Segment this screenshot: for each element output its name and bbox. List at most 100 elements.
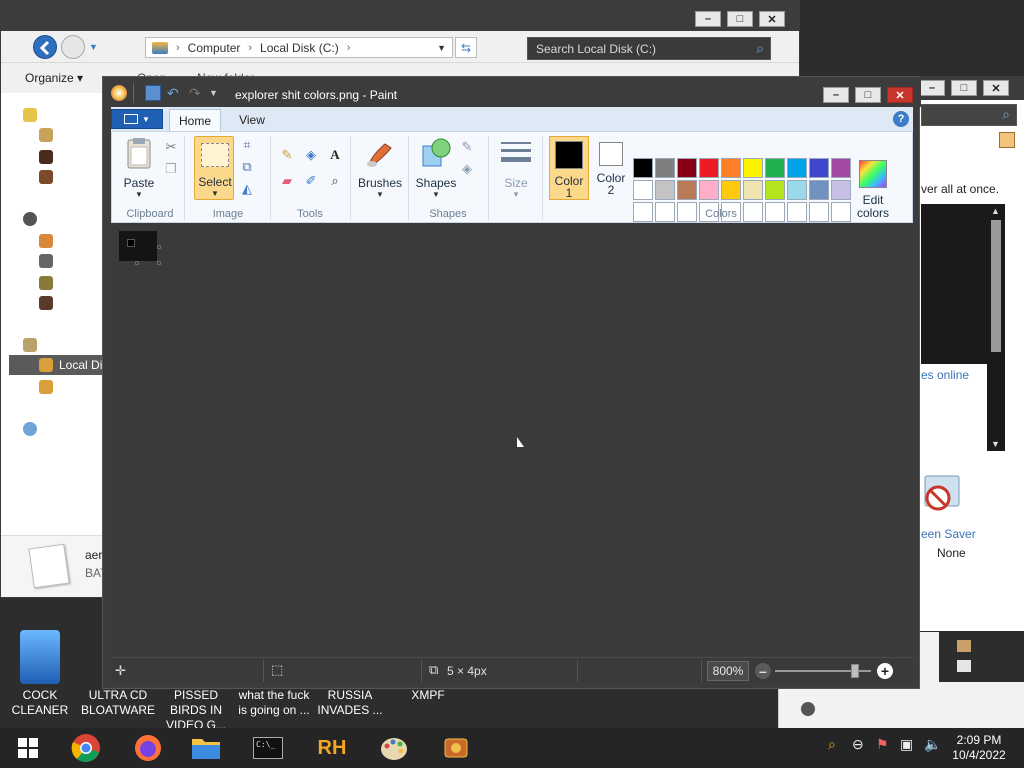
resize-handle-right[interactable]	[157, 245, 161, 249]
palette-swatch[interactable]	[787, 158, 807, 178]
cut-icon[interactable]: ✂	[162, 138, 180, 156]
palette-swatch[interactable]	[831, 158, 851, 178]
flag-tray-icon[interactable]: ⚑	[876, 736, 889, 753]
shapes-button[interactable]: Shapes ▼	[414, 136, 458, 199]
address-bar[interactable]: › Computer › Local Disk (C:) › ▼	[145, 37, 453, 58]
eraser-icon[interactable]: ▰	[278, 172, 296, 190]
maximize-button[interactable]: □	[855, 87, 881, 103]
search-tray-icon[interactable]: ⌕	[828, 736, 836, 753]
file-explorer-taskbar-button[interactable]	[184, 732, 228, 764]
close-button[interactable]: ✕	[887, 87, 913, 103]
tab-view[interactable]: View	[229, 109, 275, 131]
palette-swatch[interactable]	[699, 180, 719, 200]
close-button[interactable]: ✕	[759, 11, 785, 27]
scroll-down-icon[interactable]: ▼	[991, 439, 1000, 449]
screen-saver-link[interactable]: een Saver	[921, 527, 976, 541]
palette-swatch[interactable]	[765, 158, 785, 178]
palette-swatch[interactable]	[677, 180, 697, 200]
palette-swatch[interactable]	[677, 158, 697, 178]
search-input[interactable]: Search Local Disk (C:) ⌕	[527, 37, 771, 60]
theme-list[interactable]	[921, 204, 987, 364]
minus-circle-tray-icon[interactable]: ⊖	[852, 736, 864, 753]
help-icon[interactable]: ?	[893, 111, 909, 127]
palette-swatch[interactable]	[787, 180, 807, 200]
sidebar-item-network[interactable]	[23, 419, 37, 439]
tab-home[interactable]: Home	[169, 109, 221, 131]
palette-swatch[interactable]	[743, 180, 763, 200]
palette-swatch[interactable]	[633, 180, 653, 200]
color2-button[interactable]: Color 2	[591, 136, 631, 200]
minimize-button[interactable]: –	[823, 87, 849, 103]
network-tray-icon[interactable]: ▣	[900, 736, 913, 753]
palette-swatch[interactable]	[765, 180, 785, 200]
fill-icon[interactable]: ◈	[302, 146, 320, 164]
volume-tray-icon[interactable]: 🔈	[924, 736, 941, 753]
sidebar-item-fav-3[interactable]	[39, 167, 53, 187]
sidebar-item-lib-3[interactable]	[39, 273, 53, 293]
palette-swatch[interactable]	[743, 158, 763, 178]
search-icon[interactable]: ⌕	[1002, 106, 1010, 123]
paint-taskbar-button[interactable]	[372, 732, 416, 764]
chrome-taskbar-button[interactable]	[64, 732, 108, 764]
palette-swatch[interactable]	[655, 180, 675, 200]
sidebar-item-favorites[interactable]	[23, 105, 37, 125]
zoom-slider-thumb[interactable]	[850, 664, 859, 678]
address-dropdown-icon[interactable]: ▼	[437, 43, 446, 53]
palette-swatch[interactable]	[655, 158, 675, 178]
text-icon[interactable]: A	[326, 146, 344, 164]
zoom-out-icon[interactable]: –	[755, 663, 771, 679]
rh-taskbar-button[interactable]: RH	[310, 732, 354, 764]
screen-saver-icon[interactable]	[923, 474, 961, 516]
sidebar-item-lib-4[interactable]	[39, 293, 53, 313]
maximize-button[interactable]: □	[951, 80, 977, 96]
customize-toolbar-icon[interactable]: ▼	[209, 88, 225, 104]
pencil-icon[interactable]: ✎	[278, 146, 296, 164]
rotate-icon[interactable]: ◭	[238, 180, 256, 198]
color1-button[interactable]: Color 1	[549, 136, 589, 200]
paint-app-icon[interactable]	[111, 85, 127, 101]
sidebar-item-computer[interactable]	[23, 335, 37, 355]
zoom-in-icon[interactable]: +	[877, 663, 893, 679]
close-button[interactable]: ✕	[983, 80, 1009, 96]
maximize-button[interactable]: □	[727, 11, 753, 27]
back-icon[interactable]	[33, 35, 57, 59]
scroll-up-icon[interactable]: ▲	[991, 206, 1000, 216]
paint-titlebar[interactable]: ↶ ↷ ▼ explorer shit colors.png - Paint –…	[103, 77, 921, 107]
refresh-icon[interactable]: ⇆	[455, 37, 477, 58]
minimize-button[interactable]: –	[695, 11, 721, 27]
image-canvas[interactable]	[119, 231, 157, 261]
minimize-button[interactable]: –	[919, 80, 945, 96]
xmpf-taskbar-button[interactable]	[434, 732, 478, 764]
sidebar-item-libraries[interactable]	[23, 209, 37, 229]
paste-button[interactable]: Paste ▼	[118, 136, 160, 199]
resize-icon[interactable]: ⧉	[238, 158, 256, 176]
save-icon[interactable]	[145, 85, 161, 101]
outline-icon[interactable]: ✎	[458, 138, 476, 156]
breadcrumb-local-disk[interactable]: Local Disk (C:)	[260, 41, 339, 55]
firefox-taskbar-button[interactable]	[126, 732, 170, 764]
cmd-taskbar-button[interactable]: C:\_	[246, 732, 290, 764]
palette-swatch[interactable]	[633, 158, 653, 178]
sidebar-item-drive-2[interactable]	[39, 377, 53, 397]
select-button[interactable]: Select ▼	[194, 136, 234, 200]
palette-swatch[interactable]	[721, 180, 741, 200]
palette-swatch[interactable]	[721, 158, 741, 178]
sidebar-item-lib-2[interactable]	[39, 251, 53, 271]
search-icon[interactable]: ⌕	[756, 40, 764, 57]
palette-swatch[interactable]	[809, 158, 829, 178]
theme-list-scrollbar[interactable]: ▲ ▼	[987, 204, 1005, 451]
crop-icon[interactable]: ⌗	[238, 136, 256, 154]
fill-shape-icon[interactable]: ◈	[458, 160, 476, 178]
desktop-icon-cock-cleaner[interactable]: COCK CLEANER	[0, 630, 80, 718]
scrollbar-thumb[interactable]	[991, 220, 1001, 352]
redo-icon[interactable]: ↷	[189, 85, 205, 101]
copy-icon[interactable]: ❐	[162, 160, 180, 178]
magnifier-icon[interactable]: ⌕	[326, 172, 344, 190]
color-picker-icon[interactable]: ✐	[302, 172, 320, 190]
file-menu-button[interactable]: ▼	[111, 109, 163, 129]
canvas-area[interactable]	[111, 223, 913, 655]
palette-swatch[interactable]	[831, 180, 851, 200]
palette-swatch[interactable]	[809, 180, 829, 200]
palette-swatch[interactable]	[699, 158, 719, 178]
start-button[interactable]	[6, 732, 50, 764]
